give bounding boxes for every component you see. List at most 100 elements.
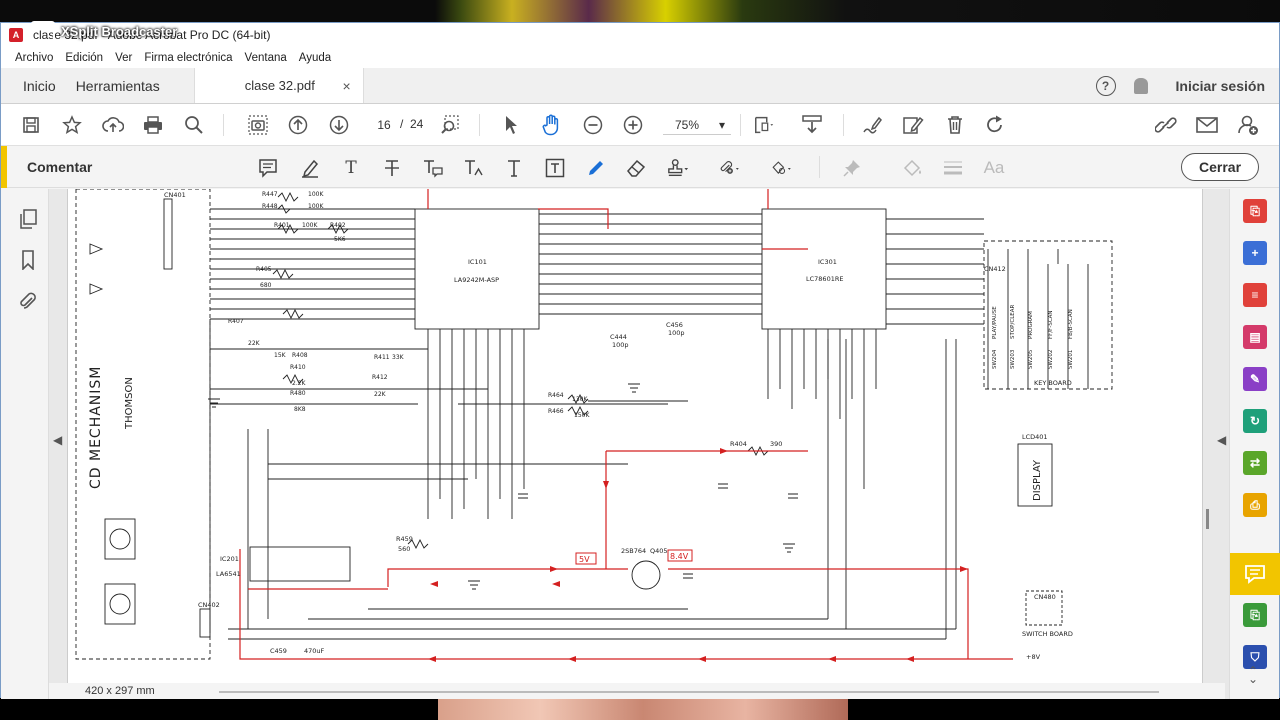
- scroll-mode-icon[interactable]: [801, 114, 823, 136]
- page-number-input[interactable]: 16: [369, 115, 399, 135]
- add-text-icon[interactable]: [503, 157, 525, 179]
- zoom-in-icon[interactable]: [622, 114, 644, 136]
- resistor-value: 100K: [302, 222, 318, 229]
- horizontal-scrollbar[interactable]: [219, 691, 1159, 693]
- strikethrough-text-icon[interactable]: [381, 157, 403, 179]
- replace-text-icon[interactable]: [422, 157, 444, 179]
- tab-inicio[interactable]: Inicio: [1, 68, 66, 103]
- main-toolbar: 16 / 24 75% ▾: [1, 104, 1279, 146]
- edit-pdf-icon[interactable]: [902, 114, 924, 136]
- cloud-upload-icon[interactable]: [102, 114, 124, 136]
- close-tab-icon[interactable]: ×: [343, 78, 351, 94]
- attachments-icon[interactable]: [18, 291, 38, 311]
- menu-edicion[interactable]: Edición: [65, 52, 103, 64]
- switch-label: SW204: [992, 349, 998, 369]
- attach-file-icon[interactable]: [719, 157, 741, 179]
- fit-page-icon[interactable]: [753, 114, 775, 136]
- title-bar: A clase 32.pdf - Adobe Acrobat Pro DC (6…: [1, 21, 1279, 47]
- select-cursor-icon[interactable]: [500, 114, 522, 136]
- search-zoom-icon[interactable]: [183, 114, 205, 136]
- display-label: DISPLAY: [1032, 459, 1043, 501]
- collapse-left-panel-icon[interactable]: ◀: [53, 433, 62, 447]
- vertical-scroll-indicator[interactable]: [1206, 509, 1209, 529]
- resistor-value: 33K: [392, 354, 405, 361]
- expand-tools-chevron-icon[interactable]: ⌃ ⌄: [1248, 665, 1258, 685]
- fill-and-sign-icon[interactable]: ✎: [1243, 367, 1267, 391]
- resistor-label: R407: [228, 318, 244, 325]
- pdf-document-view[interactable]: CD MECHANISM THOMSON IC101 LA9242M-ASP I…: [67, 189, 1203, 683]
- export-pdf-icon[interactable]: ⎘: [1243, 199, 1267, 223]
- menu-firma[interactable]: Firma electrónica: [144, 52, 232, 64]
- menu-archivo[interactable]: Archivo: [15, 52, 53, 64]
- email-icon[interactable]: [1196, 114, 1218, 136]
- resistor-value: 2.2K: [292, 380, 307, 387]
- ic201-label: IC201: [220, 555, 239, 563]
- highlight-icon[interactable]: [299, 157, 321, 179]
- toolbar-divider: [479, 114, 480, 136]
- tab-herramientas[interactable]: Herramientas: [66, 68, 170, 103]
- switch-label: SW202: [1048, 350, 1054, 369]
- print-icon[interactable]: [142, 114, 164, 136]
- save-icon[interactable]: [20, 114, 42, 136]
- c456-value: 100p: [668, 329, 685, 337]
- previous-page-icon[interactable]: [287, 114, 309, 136]
- add-user-icon[interactable]: [1237, 114, 1259, 136]
- signin-link[interactable]: Iniciar sesión: [1176, 78, 1265, 94]
- zoom-out-icon[interactable]: [582, 114, 604, 136]
- shapes-icon[interactable]: [771, 157, 793, 179]
- pencil-draw-icon[interactable]: [585, 157, 607, 179]
- menu-bar: Archivo Edición Ver Firma electrónica Ve…: [1, 47, 1279, 68]
- share-link-icon[interactable]: [1155, 114, 1177, 136]
- notifications-bell-icon[interactable]: [1133, 78, 1148, 94]
- combine-files-icon[interactable]: ▤: [1243, 325, 1267, 349]
- switch-label: SW203: [1010, 349, 1016, 369]
- find-text-icon[interactable]: [439, 114, 461, 136]
- scan-ocr-icon[interactable]: ⎙: [1243, 493, 1267, 517]
- organize-pages-icon[interactable]: ≡: [1243, 283, 1267, 307]
- key-label: PLAY/PAUSE: [992, 306, 998, 339]
- insert-text-icon[interactable]: [463, 157, 485, 179]
- help-icon[interactable]: ?: [1095, 76, 1116, 96]
- c444-value: 100p: [612, 341, 629, 349]
- rotate-icon[interactable]: [984, 114, 1006, 136]
- compare-files-icon[interactable]: ⇄: [1243, 451, 1267, 475]
- acrobat-window: A clase 32.pdf - Adobe Acrobat Pro DC (6…: [0, 21, 1280, 699]
- hand-tool-icon[interactable]: [541, 114, 563, 136]
- document-tab-label: clase 32.pdf: [244, 78, 315, 93]
- menu-ventana[interactable]: Ventana: [245, 52, 287, 64]
- print-production-icon[interactable]: ⎘: [1243, 603, 1267, 627]
- q405-part-label: 2SB764: [621, 547, 646, 555]
- underline-text-icon[interactable]: T: [340, 157, 362, 179]
- page-thumbnails-icon[interactable]: [18, 209, 38, 229]
- next-page-icon[interactable]: [328, 114, 350, 136]
- fill-sign-icon[interactable]: [861, 114, 883, 136]
- r404-value: 390: [770, 440, 782, 448]
- line-weight-icon: [942, 157, 964, 179]
- create-pdf-icon[interactable]: +: [1243, 241, 1267, 265]
- comment-accent-bar: [1, 146, 7, 188]
- resistor-label: R464: [548, 392, 564, 399]
- menu-ver[interactable]: Ver: [115, 52, 132, 64]
- zoom-select[interactable]: 75% ▾: [663, 115, 731, 135]
- comment-tool-icon[interactable]: [1243, 562, 1267, 586]
- stamp-icon[interactable]: [667, 157, 689, 179]
- bookmark-star-icon[interactable]: [61, 114, 83, 136]
- schematic-diagram: CD MECHANISM THOMSON IC101 LA9242M-ASP I…: [75, 189, 1113, 662]
- text-box-icon[interactable]: [544, 157, 566, 179]
- bookmarks-icon[interactable]: [18, 250, 38, 270]
- snapshot-icon[interactable]: [247, 114, 269, 136]
- resistor-label: R412: [372, 374, 388, 381]
- resistor-value: 5K6: [334, 236, 346, 243]
- resistor-value: 150K: [574, 412, 590, 419]
- menu-ayuda[interactable]: Ayuda: [299, 52, 331, 64]
- send-for-review-icon[interactable]: ↻: [1243, 409, 1267, 433]
- fill-color-icon: [901, 157, 923, 179]
- collapse-right-panel-icon[interactable]: ◀: [1217, 433, 1226, 447]
- close-comment-button[interactable]: Cerrar: [1181, 153, 1259, 181]
- sticky-note-icon[interactable]: [257, 157, 279, 179]
- eraser-icon[interactable]: [625, 157, 647, 179]
- ic201-part-label: LA6541: [216, 570, 241, 578]
- cn480-label: CN480: [1034, 593, 1056, 601]
- delete-icon[interactable]: [944, 114, 966, 136]
- tab-document[interactable]: clase 32.pdf ×: [193, 68, 364, 103]
